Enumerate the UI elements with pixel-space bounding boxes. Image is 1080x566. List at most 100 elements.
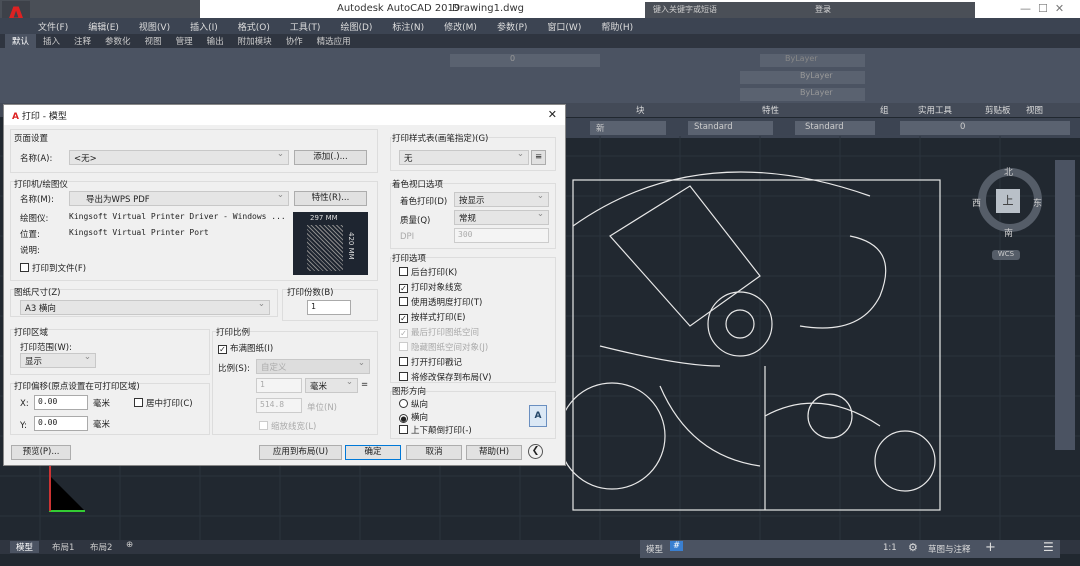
apply-to-layout-button[interactable]: 应用到布局(U) — [259, 445, 342, 460]
panel-block[interactable]: 块 — [636, 104, 645, 116]
scale-denominator-input[interactable]: 514.8 — [256, 398, 302, 413]
multileader-style-select[interactable]: 新 — [590, 121, 666, 135]
grid-icon[interactable]: # — [670, 541, 684, 551]
lineweight-select[interactable]: ByLayer — [740, 88, 865, 101]
menu-item[interactable]: 标注(N) — [392, 23, 424, 33]
plot-option-checkbox[interactable]: 打开打印戳记 — [399, 356, 462, 368]
landscape-radio[interactable]: ● 横向 — [399, 411, 428, 423]
help-button[interactable]: 帮助(H) — [466, 445, 522, 460]
tab-layout1[interactable]: 布局1 — [48, 541, 78, 553]
offset-x-input[interactable]: 0.00 — [34, 395, 88, 410]
ribbon-tab[interactable]: 注释 — [67, 34, 98, 48]
center-plot-checkbox[interactable]: 居中打印(C) — [134, 397, 193, 409]
ribbon-tab[interactable]: 精选应用 — [310, 34, 358, 48]
panel-clipboard[interactable]: 剪贴板 — [985, 104, 1011, 116]
quick-access-toolbar[interactable] — [0, 0, 200, 19]
menu-item[interactable]: 工具(T) — [290, 23, 321, 33]
shade-plot-select[interactable]: 按显示 — [454, 191, 549, 207]
ok-button[interactable]: 确定 — [345, 445, 401, 460]
ribbon-tab[interactable]: 插入 — [36, 34, 67, 48]
workspace-switch[interactable]: 草图与注释 — [928, 543, 971, 555]
menu-item[interactable]: 格式(O) — [238, 23, 270, 33]
menu-item[interactable]: 参数(P) — [497, 23, 527, 33]
ribbon-tab[interactable]: 默认 — [5, 34, 37, 48]
ribbon-tab[interactable]: 参数化 — [98, 34, 138, 48]
menu-item[interactable]: 窗口(W) — [547, 23, 581, 33]
compass-north[interactable]: 北 — [1004, 165, 1013, 178]
menu-item[interactable]: 绘图(D) — [340, 23, 372, 33]
layer-toolbar-select[interactable]: 0 — [900, 121, 1070, 135]
tab-model[interactable]: 模型 — [10, 541, 40, 553]
menu-item[interactable]: 插入(I) — [190, 23, 218, 33]
edit-plot-style-icon[interactable]: ≡ — [531, 150, 546, 165]
plot-range-select[interactable]: 显示 — [20, 352, 96, 368]
ribbon-tab[interactable]: 输出 — [200, 34, 231, 48]
scale-numerator-input[interactable]: 1 — [256, 378, 302, 393]
collapse-icon[interactable]: ❮ — [528, 444, 543, 459]
text-style-select[interactable]: Standard — [688, 121, 773, 135]
panel-group[interactable]: 组 — [880, 104, 889, 116]
add-page-setup-button[interactable]: 添加(.)... — [294, 150, 367, 165]
quality-select[interactable]: 常规 — [454, 209, 549, 225]
dpi-input[interactable]: 300 — [454, 228, 549, 243]
paper-size-select[interactable]: A3 横向 — [20, 299, 270, 315]
plot-option-checkbox[interactable]: 后台打印(K) — [399, 266, 457, 278]
panel-properties[interactable]: 特性 — [762, 104, 779, 116]
add-layout-icon[interactable]: ⊕ — [126, 540, 133, 550]
login-link[interactable]: 登录 — [815, 4, 831, 15]
printer-name-select[interactable]: 导出为WPS PDF — [69, 190, 289, 206]
upside-down-checkbox[interactable]: 上下颠倒打印(-) — [399, 424, 472, 436]
color-select[interactable]: ByLayer — [760, 54, 865, 67]
offset-y-input[interactable]: 0.00 — [34, 416, 88, 431]
panel-utilities[interactable]: 实用工具 — [918, 104, 952, 116]
window-controls[interactable]: — ☐ ✕ — [1020, 2, 1064, 15]
panel-view[interactable]: 视图 — [1026, 104, 1043, 116]
viewcube-top[interactable]: 上 — [996, 189, 1020, 213]
copies-stepper[interactable]: 1 — [307, 300, 351, 315]
fit-to-paper-checkbox[interactable]: ✓ 布满图纸(I) — [218, 342, 273, 354]
compass-south[interactable]: 南 — [1004, 226, 1013, 239]
menu-item[interactable]: 文件(F) — [38, 23, 68, 33]
plot-option-checkbox[interactable]: 隐藏图纸空间对象(J) — [399, 341, 488, 353]
compass-east[interactable]: 东 — [1033, 196, 1042, 209]
dim-style-select[interactable]: Standard — [795, 121, 875, 135]
compass-west[interactable]: 西 — [972, 196, 981, 209]
gear-icon[interactable]: ⚙ — [908, 541, 918, 554]
plot-style-select[interactable]: 无 — [399, 149, 529, 165]
plot-option-checkbox[interactable]: ✓ 打印对象线宽 — [399, 281, 462, 293]
scale-unit-select[interactable]: 毫米 — [305, 377, 358, 393]
wcs-menu[interactable]: WCS — [992, 250, 1020, 260]
portrait-radio[interactable]: 纵向 — [399, 398, 428, 410]
file-title: Drawing1.dwg — [452, 3, 524, 14]
plot-option-checkbox[interactable]: ✓ 最后打印图纸空间 — [399, 326, 479, 338]
scale-select[interactable]: 自定义 — [256, 358, 370, 374]
plotter-value: Kingsoft Virtual Printer Driver - Window… — [69, 212, 286, 221]
ribbon-tab[interactable]: 视图 — [138, 34, 169, 48]
preview-button[interactable]: 预览(P)... — [11, 445, 71, 460]
printer-properties-button[interactable]: 特性(R)... — [294, 191, 367, 206]
plot-option-checkbox[interactable]: 使用透明度打印(T) — [399, 296, 482, 308]
ribbon-tab[interactable]: 附加模块 — [231, 34, 279, 48]
layer-select[interactable]: 0 — [450, 54, 600, 67]
model-space-button[interactable]: 模型 — [646, 543, 663, 555]
menu-item[interactable]: 修改(M) — [444, 23, 477, 33]
plot-option-checkbox[interactable]: 将修改保存到布局(V) — [399, 371, 491, 383]
plus-icon[interactable]: + — [985, 540, 996, 555]
print-to-file-checkbox[interactable]: 打印到文件(F) — [20, 262, 86, 274]
cancel-button[interactable]: 取消 — [406, 445, 462, 460]
menu-item[interactable]: 帮助(H) — [601, 23, 633, 33]
page-setup-name-select[interactable]: <无> — [69, 149, 289, 165]
plot-option-checkbox[interactable]: ✓ 按样式打印(E) — [399, 311, 466, 323]
menu-icon[interactable]: ☰ — [1043, 540, 1054, 554]
annotation-scale[interactable]: 1:1 — [883, 543, 897, 553]
draw-toolbar[interactable] — [1055, 160, 1075, 450]
tab-layout2[interactable]: 布局2 — [86, 541, 116, 553]
menu-item[interactable]: 视图(V) — [139, 23, 170, 33]
scale-lineweights-checkbox[interactable]: 缩放线宽(L) — [259, 420, 316, 432]
search-input[interactable]: 键入关键字或短语 — [645, 2, 975, 18]
linetype-select[interactable]: ByLayer — [740, 71, 865, 84]
ribbon-tab[interactable]: 协作 — [279, 34, 310, 48]
menu-item[interactable]: 编辑(E) — [88, 23, 119, 33]
close-icon[interactable]: ✕ — [548, 108, 557, 121]
ribbon-tab[interactable]: 管理 — [169, 34, 200, 48]
